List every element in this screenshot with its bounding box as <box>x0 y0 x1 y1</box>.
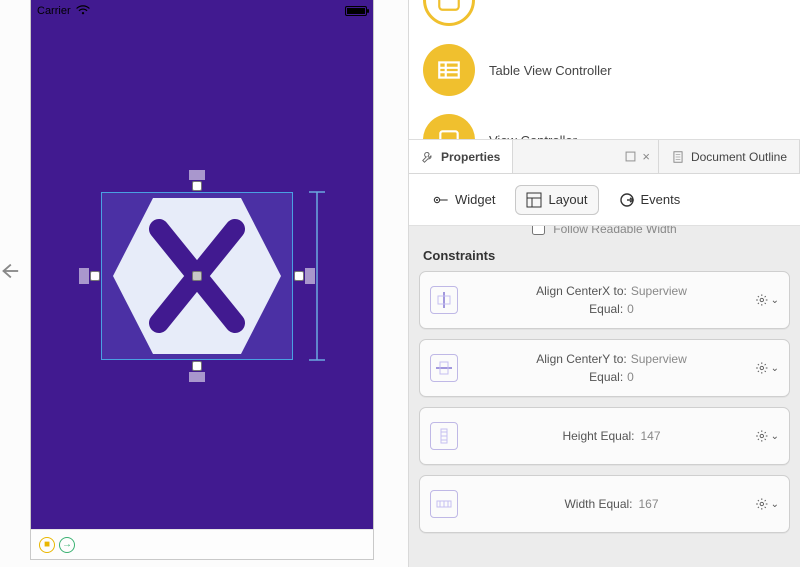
tab-properties[interactable]: Properties <box>409 140 513 173</box>
chevron-down-icon: ⌄ <box>771 363 779 374</box>
constraint-value: 0 <box>627 368 634 386</box>
constraint-label: Equal: <box>589 300 623 318</box>
panel-tabbar: Properties × Document Outline <box>409 140 800 174</box>
status-bar: Carrier <box>31 0 373 22</box>
width-icon <box>430 490 458 518</box>
back-arrow[interactable] <box>0 260 20 282</box>
constraint-value: 0 <box>627 300 634 318</box>
events-icon <box>619 192 635 208</box>
segment-events[interactable]: Events <box>609 186 691 214</box>
tab-document-outline[interactable]: Document Outline <box>659 140 800 173</box>
constraint-centerx[interactable]: Align CenterX to:Superview Equal:0 ⌄ <box>419 271 790 329</box>
segment-label: Events <box>641 192 681 207</box>
wrench-icon <box>421 150 435 164</box>
gear-icon <box>755 292 769 308</box>
carrier-label: Carrier <box>37 5 71 17</box>
constraint-gear-menu[interactable]: ⌄ <box>755 426 779 446</box>
dock-icon[interactable] <box>625 151 636 162</box>
library-item-label: Table View Controller <box>489 63 612 78</box>
library-item-icon[interactable] <box>423 0 475 26</box>
constraint-label: Width Equal: <box>564 495 632 513</box>
right-panel: Table View Controller View Controller Pr… <box>408 0 800 567</box>
constraint-width[interactable]: Width Equal: 167 ⌄ <box>419 475 790 533</box>
height-dimension-icon <box>307 190 327 362</box>
height-icon <box>430 422 458 450</box>
segment-layout[interactable]: Layout <box>515 185 598 215</box>
chevron-down-icon: ⌄ <box>771 431 779 442</box>
constraint-label: Height Equal: <box>562 427 634 445</box>
constraint-value: Superview <box>631 350 687 368</box>
constraint-label: Align CenterX to: <box>536 282 627 300</box>
centerx-icon <box>430 286 458 314</box>
constraint-gear-menu[interactable]: ⌄ <box>755 358 779 378</box>
designer-canvas[interactable]: Carrier <box>30 0 374 567</box>
document-icon <box>671 150 685 164</box>
segment-widget[interactable]: Widget <box>423 186 505 214</box>
constraints-heading: Constraints <box>423 248 786 263</box>
gear-icon <box>755 428 769 444</box>
chevron-down-icon: ⌄ <box>771 295 779 306</box>
battery-icon <box>345 6 367 16</box>
tab-window-controls[interactable]: × <box>617 140 659 173</box>
constraint-value: Superview <box>631 282 687 300</box>
constraint-label: Align CenterY to: <box>536 350 627 368</box>
layout-icon <box>526 192 542 208</box>
tableview-controller-icon[interactable] <box>423 44 475 96</box>
constraint-height[interactable]: Height Equal: 147 ⌄ <box>419 407 790 465</box>
segment-label: Widget <box>455 192 495 207</box>
wifi-icon <box>76 5 90 17</box>
constraint-centery[interactable]: Align CenterY to:Superview Equal:0 ⌄ <box>419 339 790 397</box>
segment-label: Layout <box>548 192 587 207</box>
scene-footer: ■ → <box>31 529 373 559</box>
constraint-gear-menu[interactable]: ⌄ <box>755 290 779 310</box>
library-item-label: View Controller <box>489 133 577 141</box>
widget-icon <box>433 192 449 208</box>
constraints-panel: Follow Readable Width Constraints Align … <box>409 226 800 567</box>
follow-readable-width-checkbox[interactable] <box>532 226 545 235</box>
chevron-down-icon: ⌄ <box>771 499 779 510</box>
tab-label: Document Outline <box>691 150 787 164</box>
close-icon[interactable]: × <box>642 149 650 164</box>
gear-icon <box>755 360 769 376</box>
view-controller-icon[interactable] <box>423 114 475 140</box>
inspector-segment-bar: Widget Layout Events <box>409 174 800 226</box>
constraint-label: Equal: <box>589 368 623 386</box>
exit-badge-icon[interactable]: → <box>59 537 75 553</box>
simulator-frame: Carrier <box>30 0 374 560</box>
constraint-value: 167 <box>639 495 659 513</box>
selected-imageview[interactable] <box>101 192 293 360</box>
follow-readable-width-row[interactable]: Follow Readable Width <box>419 226 790 242</box>
constraint-gear-menu[interactable]: ⌄ <box>755 494 779 514</box>
centery-icon <box>430 354 458 382</box>
warning-badge-icon[interactable]: ■ <box>39 537 55 553</box>
tab-label: Properties <box>441 150 500 164</box>
toolbox-library[interactable]: Table View Controller View Controller <box>409 0 800 140</box>
gear-icon <box>755 496 769 512</box>
scene-background[interactable] <box>31 22 373 529</box>
constraint-value: 147 <box>641 427 661 445</box>
follow-readable-width-label: Follow Readable Width <box>553 226 676 236</box>
